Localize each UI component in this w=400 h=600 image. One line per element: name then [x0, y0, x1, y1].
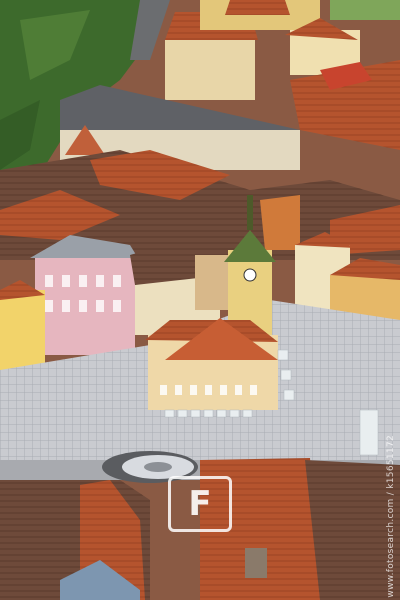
- watermark-logo: F: [168, 476, 232, 532]
- building-top-cream: [165, 40, 255, 100]
- clock-face: [243, 268, 257, 282]
- photo-id-label: www.fotosearch.com / k15651172: [386, 435, 396, 598]
- aerial-photo: F www.fotosearch.com / k15651172: [0, 0, 400, 600]
- park-area: [330, 0, 400, 20]
- watermark-letter: F: [188, 484, 212, 524]
